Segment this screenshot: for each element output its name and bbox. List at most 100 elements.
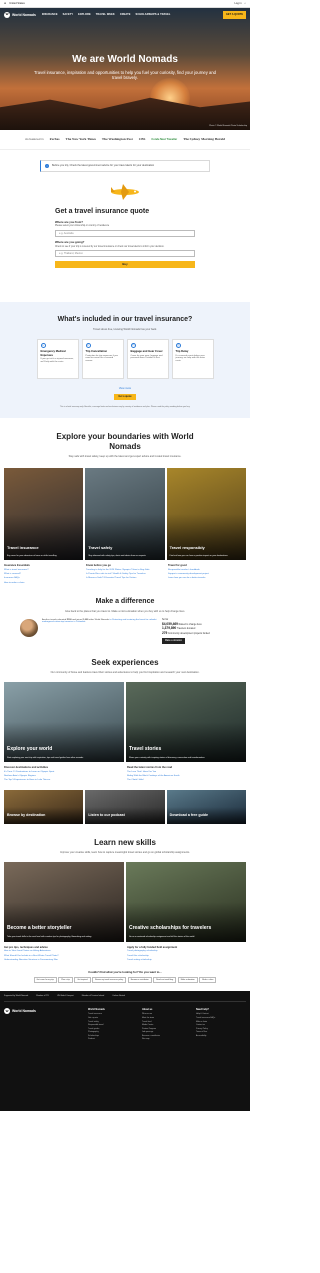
col-link[interactable]: The Love That I Have For You	[127, 771, 246, 774]
tile-scholarships[interactable]: Creative scholarships for travelers Go o…	[126, 861, 246, 942]
footer-link[interactable]: Become a contributor	[142, 1035, 192, 1037]
tile-storyteller[interactable]: Become a better storyteller Take your tr…	[4, 861, 124, 942]
footer-logo[interactable]: W World Nomads	[4, 1008, 84, 1042]
donation-stats: So far $4,059,469 Raised to change lives…	[162, 619, 230, 644]
logo-icon: W	[4, 12, 10, 18]
included-card-medical: + Emergency Medical Expenses If you get …	[36, 339, 79, 380]
col-link[interactable]: Understanding Narrative Structure in Doc…	[4, 959, 123, 962]
tile-browse-destination[interactable]: Browse by destination	[4, 789, 84, 824]
difference-title: Make a difference	[95, 597, 155, 605]
chip-donation[interactable]: Make a donation	[177, 976, 198, 984]
footer-link[interactable]: Help & Contact	[196, 1013, 246, 1015]
footer-link[interactable]: Scholarships	[88, 1035, 138, 1037]
footer-link[interactable]: Accessibility	[196, 1035, 246, 1037]
footer-link[interactable]: Travel safety	[88, 1021, 138, 1023]
hero-banner: W World Nomads INSURANCE SAFETY EXPLORE …	[0, 8, 250, 130]
col-link[interactable]: The Top 5 Experiences to Have in Lake Ti…	[4, 779, 123, 782]
footer-link[interactable]: Responsible travel	[88, 1024, 138, 1026]
explore-link-columns: Insurance Essentials What is travel insu…	[4, 564, 246, 586]
search-icon[interactable]: ⌕	[245, 2, 246, 5]
chip-contributor[interactable]: Become a contributor	[127, 976, 152, 984]
nav-item-travel-week[interactable]: TRAVEL WEEK	[96, 13, 115, 16]
from-field[interactable]: e.g. Australia	[55, 230, 195, 238]
col-discover-destinations: Discover destinations and activities It'…	[4, 766, 123, 783]
col-link[interactable]: Responsible traveler's handbook	[168, 569, 246, 572]
chip-get-inspired[interactable]: Get inspired	[74, 976, 91, 984]
included-quote-button[interactable]: Get a quote	[114, 393, 136, 400]
to-field[interactable]: e.g. Thailand, Mexico	[55, 250, 195, 258]
col-link[interactable]: What Should You Include in a Best Winter…	[4, 955, 123, 958]
col-link[interactable]: Travel writing scholarship	[127, 959, 246, 962]
nav-item-scholarships[interactable]: SCHOLARSHIPS & TRAVEL	[136, 13, 171, 16]
col-link[interactable]: What is travel insurance?	[4, 569, 82, 572]
donor-avatar	[20, 618, 38, 637]
col-link[interactable]: Support a community development project	[168, 573, 246, 576]
alert-text: Before you trip, Check the latest govern…	[52, 164, 155, 168]
footer-link[interactable]: Contact us	[196, 1024, 246, 1026]
col-link[interactable]: Is Morocco Safe? 8 Essential Travel Tips…	[86, 577, 164, 580]
tile-travel-safely[interactable]: Travel safely Stay informed with safety …	[85, 468, 165, 561]
nav-item-insurance[interactable]: INSURANCE	[42, 13, 58, 16]
region-selector[interactable]: United States	[9, 2, 25, 5]
col-link[interactable]: Travel film scholarship	[127, 955, 246, 958]
tile-travel-stories[interactable]: Travel stories Share your curiosity with…	[126, 682, 246, 763]
get-quote-button[interactable]: GET A QUOTE	[222, 11, 246, 19]
site-logo[interactable]: W World Nomads	[4, 12, 36, 18]
chip-plan-trip[interactable]: Plan a trip	[58, 976, 73, 984]
chip-renew-policy[interactable]: Renew my travel insurance policy	[92, 976, 127, 984]
view-more-link[interactable]: View more	[0, 387, 250, 390]
tile-travel-insurance[interactable]: Travel insurance Buy cover for your adve…	[4, 468, 84, 561]
col-link[interactable]: Northern Asia's Olympic Regions	[4, 775, 123, 778]
footer-link[interactable]: Podcast	[88, 1038, 138, 1040]
col-link[interactable]: Insurance FAQs	[4, 577, 82, 580]
nav-item-explore[interactable]: EXPLORE	[78, 13, 91, 16]
col-link[interactable]: The Climb I Hold	[127, 779, 246, 782]
tile-free-guide[interactable]: Download a free guide	[166, 789, 246, 824]
col-link[interactable]: What is covered?	[4, 573, 82, 576]
footer-link[interactable]: Travel guides	[88, 1028, 138, 1030]
col-link[interactable]: Traveling to Italy for the 2026 Winter O…	[86, 569, 164, 572]
affiliation: UN Global Compact	[56, 995, 74, 998]
travel-alert-banner[interactable]: i Before you trip, Check the latest gove…	[40, 160, 210, 172]
footer-link[interactable]: Travel insurance	[88, 1013, 138, 1015]
col-link[interactable]: How to make a claim	[4, 582, 82, 585]
tile-podcast[interactable]: Listen to our podcast	[85, 789, 165, 824]
chip-blog[interactable]: Read our travel blog	[153, 976, 177, 984]
footer-link[interactable]: Travel insurance FAQs	[196, 1017, 246, 1019]
footer-link[interactable]: Make a claim	[196, 1021, 246, 1023]
footer-columns: W World Nomads World Nomads Travel insur…	[4, 1008, 246, 1042]
footer-link[interactable]: Who we are	[142, 1013, 192, 1015]
col-link[interactable]: It's Time: 11 Destinations to Learn an O…	[4, 771, 123, 774]
footer-link[interactable]: Photography	[88, 1031, 138, 1033]
donate-button[interactable]: Make a donation	[162, 638, 185, 644]
learn-link-columns: Get pro tips, techniques and advice How …	[4, 946, 246, 963]
footer-link[interactable]: Meet the team	[142, 1017, 192, 1019]
footer-link[interactable]: Site map	[142, 1038, 192, 1040]
tile-explore-world[interactable]: Explore your world Start exploring your …	[4, 682, 124, 763]
col-link[interactable]: Riding With the Black Cowboys of the Ame…	[127, 775, 246, 778]
footer-link[interactable]: Privacy Policy	[196, 1028, 246, 1030]
chip-cover-trip[interactable]: Get cover for my trip	[33, 976, 57, 984]
globe-icon[interactable]: ⊕	[4, 2, 6, 5]
col-link[interactable]: How to Take Great Photos on Hiking Adven…	[4, 950, 123, 953]
buy-button[interactable]: Buy	[55, 261, 195, 269]
footer-link[interactable]: Get a quote	[88, 1017, 138, 1019]
footer-affiliations: Supported by World Nomads Member of ITIJ…	[4, 995, 246, 1003]
col-link[interactable]: Learn how you can be a better traveler	[168, 577, 246, 580]
footer-link[interactable]: Travel feed	[142, 1021, 192, 1023]
footer-link[interactable]: Partner Program	[142, 1028, 192, 1030]
tile-travel-responsibly[interactable]: Travel responsibly Find out how you can …	[166, 468, 246, 561]
logo-icon: W	[4, 1008, 10, 1015]
footer-link[interactable]: Terms of Use	[196, 1031, 246, 1033]
login-link[interactable]: Log in	[234, 2, 241, 5]
tile-title: Travel responsibly	[169, 545, 205, 551]
nav-item-safety[interactable]: SAFETY	[63, 13, 73, 16]
nav-item-create[interactable]: CREATE	[120, 13, 131, 16]
learn-tiles: Become a better storyteller Take your tr…	[4, 861, 246, 942]
col-link[interactable]: Travel photography scholarship	[127, 950, 246, 953]
chip-claim[interactable]: Make a claim	[199, 976, 217, 984]
col-link[interactable]: Is Puerto Rico safe to visit? Health & S…	[86, 573, 164, 576]
footer-link[interactable]: Media Center	[142, 1024, 192, 1026]
footer-link[interactable]: Job openings	[142, 1031, 192, 1033]
affiliation: Carbon Neutral	[112, 995, 126, 998]
